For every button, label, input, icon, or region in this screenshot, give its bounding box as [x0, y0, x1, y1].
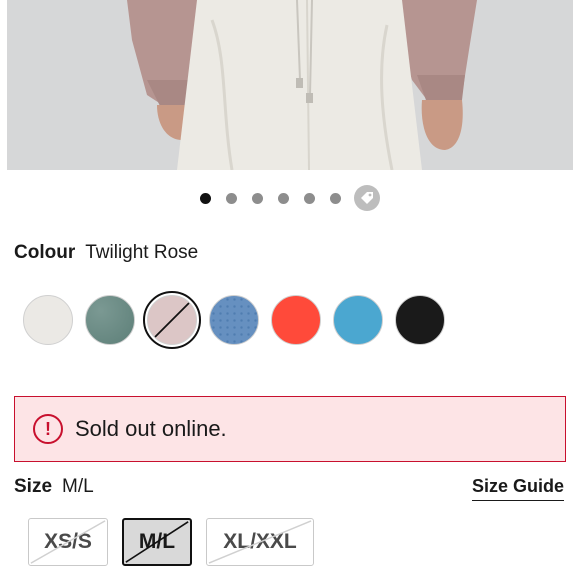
- sold-out-alert: ! Sold out online.: [14, 396, 566, 462]
- size-option-xs-s[interactable]: XS/S: [28, 518, 108, 566]
- colour-swatch: [395, 295, 445, 345]
- size-option-label: M/L: [138, 530, 176, 553]
- colour-swatch: [85, 295, 135, 345]
- size-label: Size: [14, 476, 53, 497]
- colour-label: Colour: [14, 242, 76, 263]
- swatch-option-5[interactable]: [271, 295, 321, 345]
- carousel-dot-6[interactable]: [330, 192, 341, 204]
- size-guide-link[interactable]: Size Guide: [471, 476, 564, 501]
- size-option-xl-xxl[interactable]: XL/XXL: [206, 518, 314, 566]
- strike-through-icon: [151, 299, 193, 341]
- product-image[interactable]: [7, 0, 573, 170]
- swatch-option-2[interactable]: [85, 295, 135, 345]
- product-photo-illustration: [7, 0, 573, 170]
- colour-swatch: [271, 295, 321, 345]
- size-option-label: XS/S: [44, 530, 92, 553]
- swatch-option-1[interactable]: [23, 295, 73, 345]
- carousel-dot-4[interactable]: [278, 192, 289, 204]
- size-option-m-l[interactable]: M/L: [122, 518, 192, 566]
- colour-swatch: [23, 295, 73, 345]
- swatch-option-3-selected[interactable]: [143, 291, 201, 349]
- alert-exclamation-icon: !: [33, 414, 63, 444]
- size-header: Size M/L Size Guide: [14, 476, 564, 501]
- colour-swatch: [209, 295, 259, 345]
- swatch-option-7[interactable]: [395, 295, 445, 345]
- swatch-option-4[interactable]: [209, 295, 259, 345]
- colour-header: Colour Twilight Rose: [14, 242, 198, 264]
- colour-swatch: [333, 295, 383, 345]
- colour-swatch-unavailable: [147, 295, 197, 345]
- alert-message: Sold out online.: [75, 416, 227, 441]
- tag-icon: [361, 192, 373, 204]
- carousel-tag-button[interactable]: [354, 185, 380, 211]
- carousel-dot-1[interactable]: [200, 192, 211, 204]
- colour-swatch-list: [23, 291, 445, 349]
- selected-colour-name: Twilight Rose: [85, 242, 199, 263]
- carousel-dot-5[interactable]: [304, 192, 315, 204]
- carousel-dot-3[interactable]: [252, 192, 263, 204]
- carousel-dot-2[interactable]: [226, 192, 237, 204]
- size-option-list: XS/S M/L XL/XXL: [28, 518, 314, 566]
- selected-size-value: M/L: [62, 476, 94, 497]
- size-option-label: XL/XXL: [223, 530, 297, 553]
- swatch-option-6[interactable]: [333, 295, 383, 345]
- image-carousel-dots: [0, 184, 580, 212]
